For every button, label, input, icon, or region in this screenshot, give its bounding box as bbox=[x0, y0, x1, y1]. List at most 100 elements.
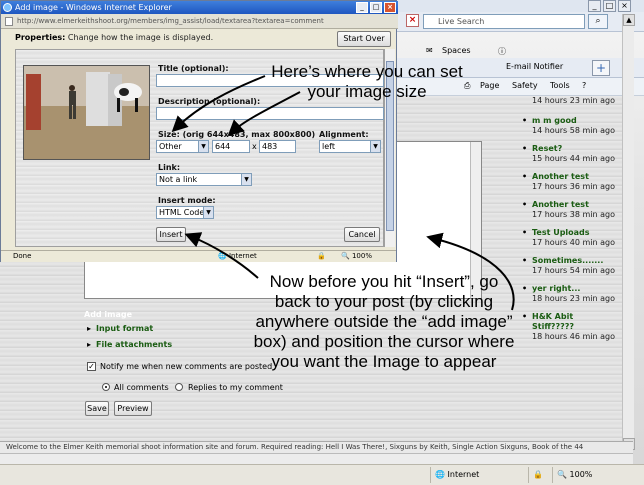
chevron-down-icon: ▼ bbox=[203, 207, 213, 218]
list-item[interactable]: Sometimes....... 17 hours 54 min ago bbox=[520, 256, 615, 276]
page-vertical-scrollbar[interactable]: ▲ ▼ bbox=[622, 14, 635, 450]
popup-maximize-button[interactable]: □ bbox=[370, 2, 382, 13]
popup-status-done: Done bbox=[13, 252, 32, 260]
size-preset-select[interactable]: Other ▼ bbox=[156, 140, 209, 153]
popup-minimize-button[interactable]: _ bbox=[356, 2, 368, 13]
protected-mode-icon[interactable]: 🔒 bbox=[528, 467, 550, 483]
browser-maximize-button[interactable]: □ bbox=[603, 0, 616, 12]
help-icon[interactable]: ⓘ bbox=[498, 46, 506, 57]
globe-icon: 🌐 bbox=[218, 252, 229, 260]
alignment-select[interactable]: left ▼ bbox=[319, 140, 381, 153]
save-button[interactable]: Save bbox=[85, 401, 109, 416]
post-title-link[interactable]: Reset? bbox=[520, 144, 615, 154]
height-input[interactable]: 483 bbox=[259, 140, 296, 153]
post-age: 17 hours 54 min ago bbox=[532, 266, 615, 275]
start-over-button[interactable]: Start Over bbox=[337, 31, 391, 47]
alignment-value: left bbox=[322, 142, 335, 151]
notify-label: Notify me when new comments are posted bbox=[100, 362, 273, 371]
spaces-link[interactable]: Spaces bbox=[442, 46, 471, 55]
list-item[interactable]: Another test 17 hours 36 min ago bbox=[520, 172, 615, 192]
new-tab-button[interactable]: + bbox=[592, 60, 610, 76]
zoom-control[interactable]: 🔍 100% bbox=[552, 467, 604, 483]
preview-button[interactable]: Preview bbox=[114, 401, 152, 416]
insert-mode-value: HTML Code bbox=[159, 208, 205, 217]
add-image-link[interactable]: Add image bbox=[84, 310, 132, 319]
stop-icon[interactable]: × bbox=[406, 14, 419, 27]
post-title-link[interactable]: Another test bbox=[520, 172, 615, 182]
help-menu-icon[interactable]: ? bbox=[582, 81, 586, 90]
email-notifier-link[interactable]: E-mail Notifier bbox=[506, 62, 563, 71]
chevron-down-icon: ▼ bbox=[198, 141, 208, 152]
welcome-banner: Welcome to the Elmer Keith memorial shoo… bbox=[0, 441, 633, 453]
all-comments-radio[interactable] bbox=[102, 383, 110, 391]
list-item[interactable]: yer right... 18 hours 23 min ago bbox=[520, 284, 615, 304]
popup-title: Add image - Windows Internet Explorer bbox=[15, 3, 172, 12]
properties-label: Properties: bbox=[15, 33, 66, 42]
post-age: 17 hours 38 min ago bbox=[532, 210, 615, 219]
popup-status-zone-label: Internet bbox=[228, 252, 257, 260]
input-format-link[interactable]: Input format bbox=[87, 324, 153, 333]
description-input[interactable] bbox=[156, 107, 384, 120]
list-item[interactable]: Reset? 15 hours 44 min ago bbox=[520, 144, 615, 164]
post-title-link[interactable]: m m good bbox=[520, 116, 615, 126]
status-zone-label: Internet bbox=[447, 470, 480, 479]
browser-close-button[interactable]: × bbox=[618, 0, 631, 12]
popup-zoom-control[interactable]: 🔍 100% bbox=[341, 251, 372, 262]
post-title-link[interactable]: H&K Abit Stiff????? bbox=[520, 312, 615, 332]
post-age: 18 hours 46 min ago bbox=[532, 332, 615, 341]
status-zone: 🌐 Internet bbox=[430, 467, 520, 483]
alignment-label: Alignment: bbox=[319, 130, 369, 139]
properties-header: Properties: Change how the image is disp… bbox=[15, 29, 335, 47]
insert-mode-label: Insert mode: bbox=[158, 196, 216, 205]
links-bar: ✉ Spaces ⓘ bbox=[392, 44, 644, 58]
browser-status-bar: 🌐 Internet 🔒 🔍 100% bbox=[0, 464, 644, 485]
popup-close-button[interactable]: × bbox=[384, 2, 396, 13]
add-image-popup-window: Add image - Windows Internet Explorer _ … bbox=[0, 0, 398, 262]
popup-status-bar: Done 🌐 Internet 🔒 🔍 100% bbox=[1, 250, 396, 262]
list-item[interactable]: m m good 14 hours 58 min ago bbox=[520, 116, 615, 136]
chevron-down-icon: ▼ bbox=[370, 141, 380, 152]
mail-icon[interactable]: ✉ bbox=[426, 46, 433, 55]
post-title-link[interactable]: Sometimes....... bbox=[520, 256, 615, 266]
description-label: Description (optional): bbox=[158, 97, 261, 106]
notify-checkbox[interactable]: ✓ bbox=[87, 362, 96, 371]
post-age: 14 hours 23 min ago bbox=[532, 96, 615, 105]
image-preview bbox=[23, 65, 150, 160]
list-item[interactable]: H&K Abit Stiff????? 18 hours 46 min ago bbox=[520, 312, 615, 342]
search-button[interactable]: ⌕ bbox=[588, 14, 608, 29]
properties-text: Change how the image is displayed. bbox=[67, 33, 214, 42]
popup-zoom-level: 100% bbox=[351, 252, 372, 260]
post-title-link[interactable]: yer right... bbox=[520, 284, 615, 294]
link-select[interactable]: Not a link ▼ bbox=[156, 173, 252, 186]
post-age: 17 hours 36 min ago bbox=[532, 182, 615, 191]
file-attachments-link[interactable]: File attachments bbox=[87, 340, 172, 349]
dimension-separator: x bbox=[252, 142, 257, 151]
cancel-button[interactable]: Cancel bbox=[344, 227, 380, 242]
replies-radio[interactable] bbox=[175, 383, 183, 391]
popup-protected-mode-icon[interactable]: 🔒 bbox=[317, 251, 326, 262]
zoom-level: 100% bbox=[569, 470, 593, 479]
link-value: Not a link bbox=[159, 175, 198, 184]
list-item[interactable]: Another test 17 hours 38 min ago bbox=[520, 200, 615, 220]
zoom-icon: 🔍 bbox=[557, 470, 570, 479]
title-label: Title (optional): bbox=[158, 64, 229, 73]
post-title-link[interactable]: Test Uploads bbox=[520, 228, 615, 238]
post-age: 17 hours 40 min ago bbox=[532, 238, 615, 247]
list-item[interactable]: Test Uploads 17 hours 40 min ago bbox=[520, 228, 615, 248]
page-menu[interactable]: Page bbox=[480, 81, 499, 90]
tools-menu[interactable]: Tools bbox=[550, 81, 570, 90]
post-title-link[interactable]: Another test bbox=[520, 200, 615, 210]
popup-address-bar: http://www.elmerkeithshoot.org/members/i… bbox=[1, 14, 398, 29]
width-input[interactable]: 644 bbox=[212, 140, 250, 153]
scroll-up-icon[interactable]: ▲ bbox=[623, 14, 635, 26]
annotation-instructions: Now before you hit “Insert”, go back to … bbox=[253, 272, 515, 371]
list-item[interactable]: 14 hours 23 min ago bbox=[520, 96, 615, 106]
search-input[interactable]: Live Search bbox=[423, 14, 585, 29]
browser-minimize-button[interactable]: _ bbox=[588, 0, 601, 12]
post-age: 15 hours 44 min ago bbox=[532, 154, 615, 163]
popup-url: http://www.elmerkeithshoot.org/members/i… bbox=[17, 17, 324, 25]
page-horizontal-scrollbar[interactable] bbox=[0, 453, 633, 464]
safety-menu[interactable]: Safety bbox=[512, 81, 538, 90]
insert-button[interactable]: Insert bbox=[156, 227, 186, 242]
insert-mode-select[interactable]: HTML Code ▼ bbox=[156, 206, 214, 219]
